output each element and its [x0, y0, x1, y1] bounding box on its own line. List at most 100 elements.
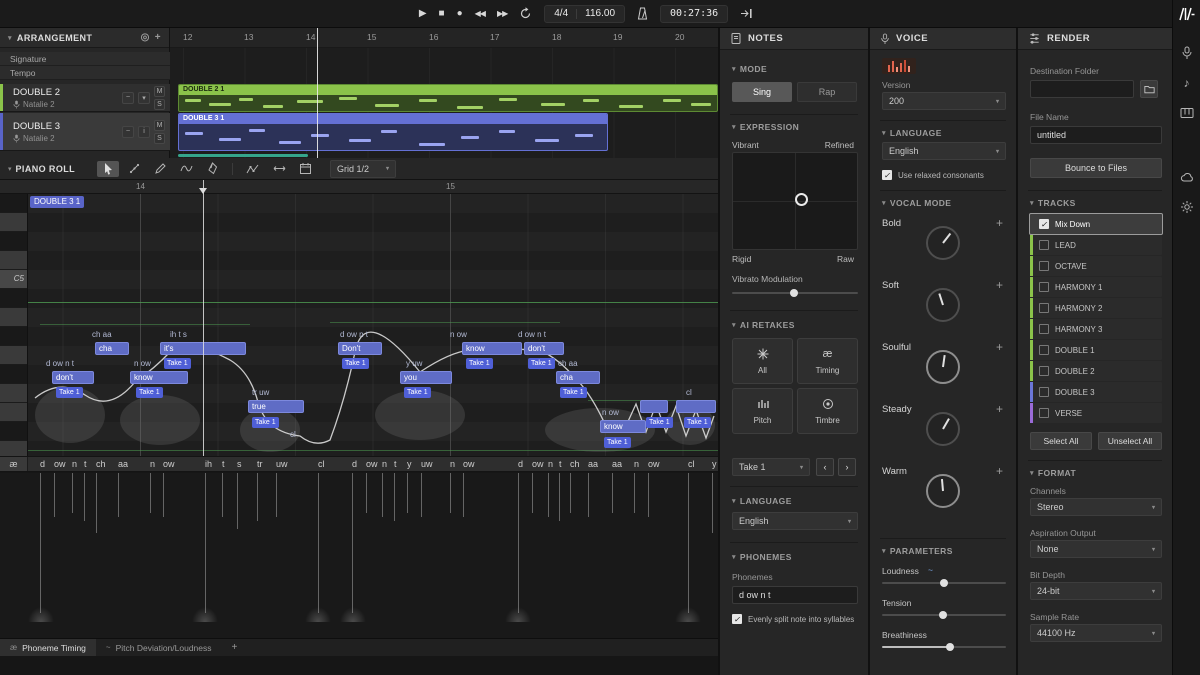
checkbox-checked[interactable]: ✓: [1039, 219, 1049, 229]
take-badge[interactable]: Take 1: [164, 358, 191, 369]
note[interactable]: you: [400, 371, 452, 384]
arrangement-lanes[interactable]: DOUBLE 2 1: [170, 48, 718, 158]
gear-icon[interactable]: [1173, 194, 1200, 220]
phoneme-boundary[interactable]: [648, 473, 649, 517]
note[interactable]: know: [462, 342, 522, 355]
piano-roll-ruler[interactable]: 14 15: [0, 180, 718, 194]
checkbox[interactable]: [1039, 282, 1049, 292]
grid-dropdown[interactable]: Grid 1/2▾: [330, 160, 396, 178]
slider-handle[interactable]: [940, 579, 948, 587]
playhead-marker[interactable]: [199, 188, 207, 194]
checkbox[interactable]: [1039, 324, 1049, 334]
phoneme-boundary[interactable]: [518, 473, 519, 613]
vocal-mode-knob-soulful[interactable]: [926, 350, 960, 384]
language-section-title[interactable]: ▾LANGUAGE: [732, 496, 792, 506]
vocal-mode-knob-bold[interactable]: [926, 226, 960, 260]
music-note-icon[interactable]: ♪: [1173, 70, 1200, 96]
ai-retakes-section-title[interactable]: ▾AI RETAKES: [732, 320, 795, 330]
bit-depth-dropdown[interactable]: 24-bit▾: [1030, 582, 1162, 600]
track-info-icon[interactable]: i: [138, 126, 150, 138]
phoneme-timing-area[interactable]: [0, 473, 718, 638]
note[interactable]: cha: [95, 342, 129, 355]
next-take-button[interactable]: ›: [838, 458, 856, 476]
phoneme-boundary[interactable]: [532, 473, 533, 513]
arrangement-timeline[interactable]: 12 13 14 15 16 17 18 19 20 DOUBLE 2 1: [170, 28, 718, 158]
split-syllables-checkbox-row[interactable]: ✓ Evenly split note into syllables: [732, 614, 854, 624]
note[interactable]: don't: [52, 371, 94, 384]
checkbox-checked[interactable]: ✓: [882, 170, 892, 180]
take-badge[interactable]: Take 1: [404, 387, 431, 398]
loop-button[interactable]: [519, 7, 532, 20]
add-tab-button[interactable]: +: [222, 639, 248, 656]
track-double-3[interactable]: DOUBLE 3 Natalie 2 ~ i M S: [0, 113, 170, 151]
render-track-octave[interactable]: OCTAVE: [1030, 256, 1162, 276]
take-badge[interactable]: Take 1: [252, 417, 279, 428]
note[interactable]: don't: [524, 342, 564, 355]
tab-pitch-deviation-loudness[interactable]: ~ Pitch Deviation/Loudness: [96, 639, 222, 656]
note[interactable]: cha: [556, 371, 600, 384]
phoneme-boundary[interactable]: [570, 473, 571, 513]
mute-button[interactable]: M: [154, 120, 165, 131]
take-badge[interactable]: Take 1: [646, 417, 673, 428]
region-double-3[interactable]: DOUBLE 3 1: [178, 113, 608, 151]
voice-avatar-waveform[interactable]: [882, 58, 916, 74]
vocal-mode-knob-steady[interactable]: [926, 412, 960, 446]
checkbox[interactable]: [1039, 345, 1049, 355]
add-vocal-mode-button[interactable]: +: [996, 216, 1003, 230]
checkbox[interactable]: [1039, 303, 1049, 313]
aspiration-output-dropdown[interactable]: None▾: [1030, 540, 1162, 558]
phoneme-boundary[interactable]: [612, 473, 613, 513]
note-language-dropdown[interactable]: English▾: [732, 512, 858, 530]
vocal-mode-section-title[interactable]: ▾VOCAL MODE: [882, 198, 951, 208]
loudness-curve-icon[interactable]: ~: [928, 565, 933, 575]
checkbox[interactable]: [1039, 240, 1049, 250]
phoneme-boundary[interactable]: [352, 473, 353, 613]
destination-folder-input[interactable]: [1030, 80, 1134, 98]
select-all-button[interactable]: Select All: [1030, 432, 1092, 450]
phoneme-boundary[interactable]: [450, 473, 451, 513]
phoneme-boundary[interactable]: [688, 473, 689, 613]
phoneme-boundary[interactable]: [276, 473, 277, 517]
checkbox[interactable]: [1039, 366, 1049, 376]
add-track-button[interactable]: +: [155, 32, 161, 43]
piano-key[interactable]: [0, 422, 27, 441]
phoneme-boundary[interactable]: [394, 473, 395, 521]
region-double-2[interactable]: DOUBLE 2 1: [178, 84, 718, 112]
pen-tool[interactable]: [201, 161, 223, 177]
add-vocal-mode-button[interactable]: +: [996, 402, 1003, 416]
piano-key[interactable]: [0, 441, 27, 456]
signature-row[interactable]: Signature: [0, 52, 170, 66]
take-badge[interactable]: Take 1: [684, 417, 711, 428]
take-badge[interactable]: Take 1: [528, 358, 555, 369]
render-track-harmony-2[interactable]: HARMONY 2: [1030, 298, 1162, 318]
phoneme-boundary[interactable]: [712, 473, 713, 533]
checkbox[interactable]: [1039, 408, 1049, 418]
render-track-verse[interactable]: VERSE: [1030, 403, 1162, 423]
unselect-all-button[interactable]: Unselect All: [1098, 432, 1162, 450]
piano-roll[interactable]: 14 15 C5: [0, 180, 718, 456]
phoneme-boundary[interactable]: [163, 473, 164, 517]
bounce-to-files-button[interactable]: Bounce to Files: [1030, 158, 1162, 178]
note[interactable]: Don't: [338, 342, 382, 355]
tension-slider[interactable]: [882, 614, 1006, 616]
file-name-input[interactable]: [1030, 126, 1162, 144]
envelope-tool[interactable]: [242, 161, 264, 177]
jump-to-end-icon[interactable]: [740, 8, 753, 19]
metronome-icon[interactable]: [637, 7, 648, 20]
track-wave-icon[interactable]: ~: [122, 126, 134, 138]
follow-playhead-icon[interactable]: ◎: [141, 32, 150, 43]
relaxed-consonants-checkbox-row[interactable]: ✓ Use relaxed consonants: [882, 170, 984, 180]
piano-key[interactable]: [0, 251, 27, 270]
slider-handle[interactable]: [790, 289, 798, 297]
piano-key[interactable]: [0, 384, 27, 403]
note[interactable]: [640, 400, 668, 413]
phonemes-section-title[interactable]: ▾PHONEMES: [732, 552, 792, 562]
add-vocal-mode-button[interactable]: +: [996, 340, 1003, 354]
phoneme-boundary[interactable]: [40, 473, 41, 613]
retake-timing-button[interactable]: æ Timing: [797, 338, 858, 384]
render-track-lead[interactable]: LEAD: [1030, 235, 1162, 255]
phoneme-boundary[interactable]: [559, 473, 560, 521]
take-badge[interactable]: Take 1: [342, 358, 369, 369]
loudness-slider[interactable]: [882, 582, 1006, 584]
parameters-section-title[interactable]: ▾PARAMETERS: [882, 546, 953, 556]
